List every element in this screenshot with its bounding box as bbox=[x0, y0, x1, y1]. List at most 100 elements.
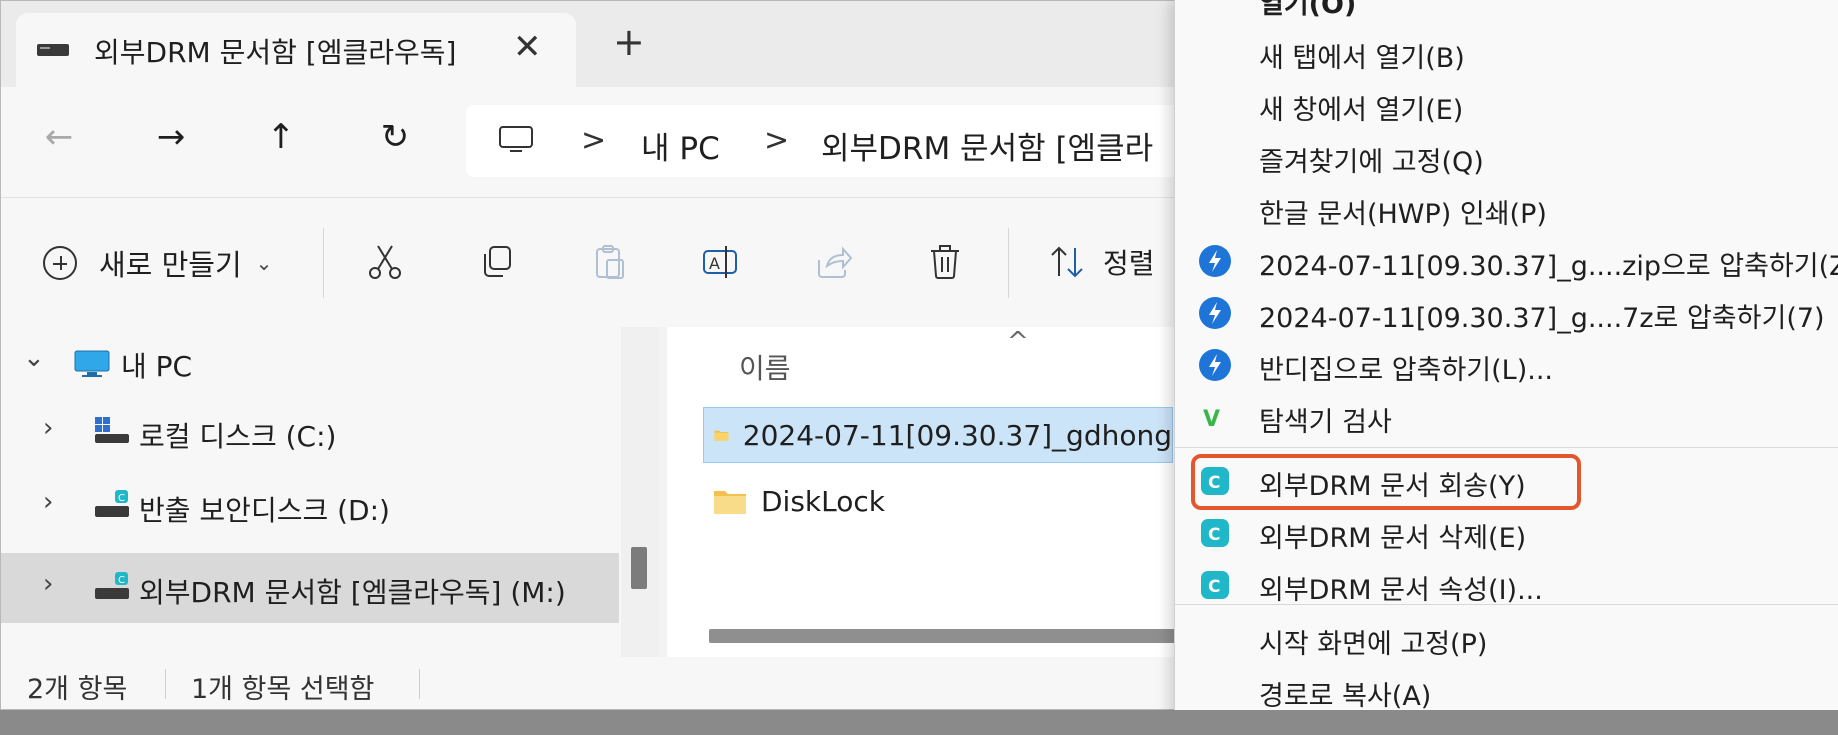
pc-icon bbox=[74, 350, 110, 377]
column-header-name[interactable]: 이름 bbox=[739, 347, 791, 387]
status-divider bbox=[419, 669, 420, 699]
menu-item-label: 새 창에서 열기(E) bbox=[1259, 95, 1464, 126]
nav-item-label: 외부DRM 문서함 [엠클라우독] (M:) bbox=[139, 576, 566, 609]
nav-item-my-pc[interactable]: ⌄ 내 PC bbox=[1, 327, 619, 397]
screen-bezel bbox=[0, 710, 1838, 735]
breadcrumb-item-drm-box[interactable]: 외부DRM 문서함 [엠클라 bbox=[821, 123, 1153, 168]
menu-item-label: 경로로 복사(A) bbox=[1259, 681, 1432, 712]
chevron-down-icon: ⌄ bbox=[255, 251, 273, 275]
delete-icon[interactable] bbox=[925, 242, 965, 282]
toolbar-divider bbox=[323, 228, 324, 298]
breadcrumb-item-my-pc[interactable]: 내 PC bbox=[641, 123, 720, 168]
paste-icon[interactable] bbox=[589, 242, 629, 282]
nav-item-drm-box-m[interactable]: › C 외부DRM 문서함 [엠클라우독] (M:) bbox=[1, 553, 619, 623]
chevron-down-icon[interactable]: ⌄ bbox=[23, 343, 45, 373]
menu-item-label: 즐겨찾기에 고정(Q) bbox=[1259, 147, 1484, 178]
rename-icon[interactable]: A bbox=[701, 242, 741, 282]
menu-divider bbox=[1175, 447, 1838, 448]
menu-divider bbox=[1175, 604, 1838, 605]
nav-scrollbar[interactable] bbox=[621, 327, 659, 657]
chevron-right-icon[interactable]: › bbox=[43, 569, 53, 599]
menu-item-open[interactable]: 열기(O) bbox=[1175, 0, 1838, 26]
chevron-right-icon[interactable]: › bbox=[43, 487, 53, 517]
menu-item-label: 시작 화면에 고정(P) bbox=[1259, 629, 1488, 660]
svg-text:A: A bbox=[709, 254, 720, 273]
tab-title: 외부DRM 문서함 [엠클라우독] bbox=[94, 36, 457, 69]
sort-button[interactable]: 정렬 bbox=[1047, 242, 1155, 282]
up-button[interactable]: ↑ bbox=[261, 117, 301, 157]
nav-item-secure-disk-d[interactable]: › C 반출 보안디스크 (D:) bbox=[1, 471, 619, 541]
highlight-annotation bbox=[1191, 454, 1581, 510]
bandizip-icon bbox=[1199, 297, 1231, 329]
v3-icon: V bbox=[1203, 407, 1220, 432]
menu-item-7z[interactable]: 2024-07-11[09.30.37]_g....7z로 압축하기(7) bbox=[1175, 290, 1838, 340]
windows-drive-icon bbox=[95, 417, 129, 443]
menu-item-zip[interactable]: 2024-07-11[09.30.37]_g....zip으로 압축하기(Z) bbox=[1175, 238, 1838, 288]
new-button-label: 새로 만들기 bbox=[99, 248, 242, 282]
file-row[interactable]: 2024-07-11[09.30.37]_gdhong bbox=[703, 407, 1173, 463]
back-button[interactable]: ← bbox=[39, 117, 79, 157]
share-icon[interactable] bbox=[813, 242, 853, 282]
file-row[interactable]: DiskLock bbox=[703, 473, 1173, 529]
cut-icon[interactable] bbox=[365, 242, 405, 282]
menu-item-open-new-window[interactable]: 새 창에서 열기(E) bbox=[1175, 82, 1838, 132]
menu-item-label: 탐색기 검사 bbox=[1259, 407, 1392, 438]
status-divider bbox=[165, 669, 166, 699]
svg-text:C: C bbox=[1208, 577, 1220, 597]
context-menu: 열기(O) 새 탭에서 열기(B) 새 창에서 열기(E) 즐겨찾기에 고정(Q… bbox=[1174, 0, 1838, 735]
status-item-count: 2개 항목 bbox=[27, 674, 128, 705]
folder-icon bbox=[714, 491, 746, 514]
menu-item-print-hwp[interactable]: 한글 문서(HWP) 인쇄(P) bbox=[1175, 186, 1838, 236]
refresh-button[interactable]: ↻ bbox=[375, 117, 415, 157]
menu-item-label: 2024-07-11[09.30.37]_g....7z로 압축하기(7) bbox=[1259, 303, 1825, 334]
menu-item-label: 반디집으로 압축하기(L)... bbox=[1259, 355, 1553, 386]
sort-icon bbox=[1051, 246, 1083, 278]
forward-button[interactable]: → bbox=[151, 117, 191, 157]
toolbar-divider bbox=[1008, 228, 1009, 298]
plus-circle-icon bbox=[43, 246, 77, 280]
menu-item-pin-favorites[interactable]: 즐겨찾기에 고정(Q) bbox=[1175, 134, 1838, 184]
menu-item-label: 외부DRM 문서 속성(I)... bbox=[1259, 575, 1543, 606]
nav-item-label: 반출 보안디스크 (D:) bbox=[139, 494, 390, 527]
sort-ascending-icon: ^ bbox=[1007, 327, 1029, 357]
nav-item-local-disk-c[interactable]: › 로컬 디스크 (C:) bbox=[1, 397, 619, 467]
breadcrumb-separator: > bbox=[581, 123, 607, 158]
drive-icon bbox=[37, 44, 69, 56]
close-tab-icon[interactable]: ✕ bbox=[513, 27, 542, 67]
chevron-right-icon[interactable]: › bbox=[43, 413, 53, 443]
menu-item-label: 새 탭에서 열기(B) bbox=[1259, 43, 1465, 74]
menu-item-label: 한글 문서(HWP) 인쇄(P) bbox=[1259, 199, 1547, 230]
menu-item-bandizip[interactable]: 반디집으로 압축하기(L)... bbox=[1175, 342, 1838, 392]
menu-item-label: 2024-07-11[09.30.37]_g....zip으로 압축하기(Z) bbox=[1259, 251, 1838, 282]
pc-icon bbox=[499, 126, 533, 152]
secure-drive-icon: C bbox=[95, 490, 129, 517]
bandizip-icon bbox=[1199, 349, 1231, 381]
breadcrumb-separator: > bbox=[764, 123, 790, 158]
folder-icon bbox=[714, 430, 729, 441]
svg-text:C: C bbox=[118, 575, 125, 586]
menu-item-v3-scan[interactable]: V 탐색기 검사 bbox=[1175, 394, 1838, 444]
status-selection: 1개 항목 선택함 bbox=[191, 674, 375, 705]
tab-active[interactable]: 외부DRM 문서함 [엠클라우독] ✕ bbox=[16, 13, 576, 87]
nav-item-label: 내 PC bbox=[121, 350, 193, 383]
new-button[interactable]: 새로 만들기 ⌄ bbox=[43, 238, 272, 288]
sort-label: 정렬 bbox=[1103, 247, 1155, 280]
menu-item-label: 외부DRM 문서 삭제(E) bbox=[1259, 523, 1527, 554]
menu-item-open-new-tab[interactable]: 새 탭에서 열기(B) bbox=[1175, 30, 1838, 80]
new-tab-button[interactable]: + bbox=[613, 23, 645, 61]
nav-item-label: 로컬 디스크 (C:) bbox=[139, 420, 337, 453]
mcloudoc-icon: C bbox=[1201, 519, 1229, 547]
svg-text:C: C bbox=[1208, 525, 1220, 545]
menu-item-label: 열기(O) bbox=[1259, 0, 1357, 20]
file-name: DiskLock bbox=[761, 484, 885, 518]
menu-item-drm-delete[interactable]: C 외부DRM 문서 삭제(E) bbox=[1175, 510, 1838, 560]
menu-item-pin-start[interactable]: 시작 화면에 고정(P) bbox=[1175, 616, 1838, 666]
secure-drive-icon: C bbox=[95, 572, 129, 599]
nav-scrollbar-thumb[interactable] bbox=[631, 547, 647, 589]
svg-text:V: V bbox=[1203, 407, 1220, 432]
svg-text:C: C bbox=[118, 493, 125, 504]
bandizip-icon bbox=[1199, 245, 1231, 277]
copy-icon[interactable] bbox=[477, 242, 517, 282]
file-name: 2024-07-11[09.30.37]_gdhong bbox=[742, 418, 1172, 452]
horizontal-scrollbar[interactable] bbox=[709, 629, 1189, 643]
